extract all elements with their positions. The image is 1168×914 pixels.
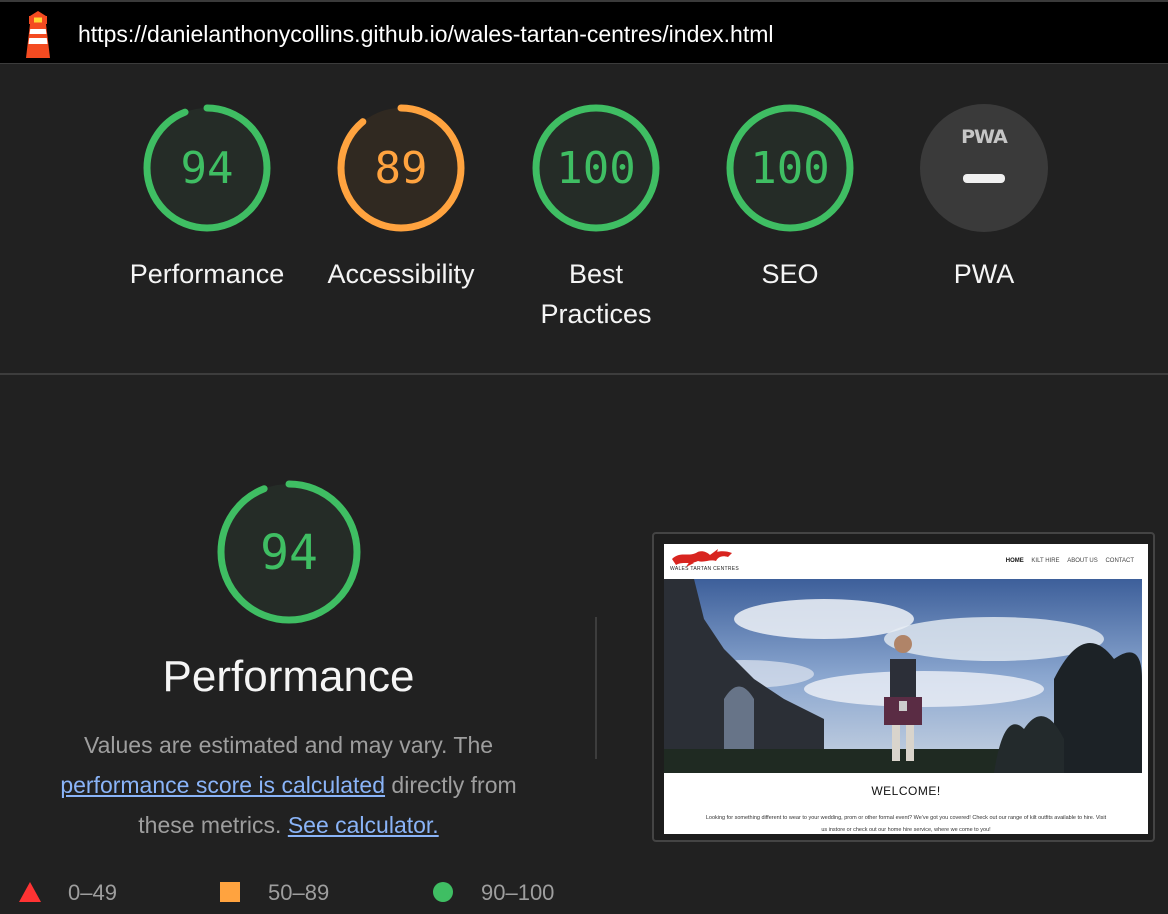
- legend-average-range: 50–89: [268, 880, 330, 905]
- site-nav-contact: CONTACT: [1105, 558, 1134, 564]
- final-screenshot[interactable]: WALES TARTAN CENTRES HOME KILT HIRE ABOU…: [652, 532, 1155, 842]
- gauge-best-practices-score: 100: [556, 143, 636, 194]
- lighthouse-icon: [26, 11, 50, 58]
- see-calculator-link[interactable]: See calculator.: [288, 812, 439, 838]
- fail-triangle-icon: [19, 882, 41, 902]
- gauge-performance-label: Performance: [129, 259, 285, 289]
- site-nav-home: HOME: [1005, 558, 1024, 564]
- final-screenshot-image: WALES TARTAN CENTRES HOME KILT HIRE ABOU…: [664, 544, 1148, 834]
- site-nav-kilt-hire: KILT HIRE: [1031, 558, 1060, 564]
- performance-score-large: 94: [260, 525, 318, 581]
- gauge-accessibility-label: Accessibility: [327, 259, 475, 289]
- gauge-performance[interactable]: 94 Performance: [110, 104, 304, 344]
- url-bar: https://danielanthonycollins.github.io/w…: [0, 0, 1168, 64]
- score-legend: 0–49 50–89 90–100: [0, 876, 1168, 910]
- gauge-accessibility[interactable]: 89 Accessibility: [304, 104, 498, 344]
- site-welcome-text: Looking for something different to wear …: [705, 815, 1107, 833]
- performance-gauge-large: 94: [215, 478, 363, 626]
- site-header: WALES TARTAN CENTRES HOME KILT HIRE ABOU…: [664, 544, 1148, 579]
- pwa-dash-icon: [963, 174, 1005, 183]
- hero-image: [664, 579, 1142, 773]
- performance-description: Values are estimated and may vary. The p…: [40, 725, 537, 845]
- legend-pass-range: 90–100: [481, 880, 555, 905]
- gauge-accessibility-score: 89: [374, 143, 428, 194]
- site-name: WALES TARTAN CENTRES: [670, 566, 740, 572]
- score-calculated-link[interactable]: performance score is calculated: [60, 772, 385, 798]
- gauge-pwa-label: PWA: [953, 259, 1015, 289]
- site-nav: HOME KILT HIRE ABOUT US CONTACT: [1000, 558, 1134, 564]
- performance-title: Performance: [162, 652, 415, 701]
- pwa-badge-text: PWA: [961, 126, 1008, 148]
- gauge-seo-score: 100: [750, 143, 830, 194]
- category-gauges: 94 Performance 89 Accessibility 100 Best…: [0, 64, 1168, 375]
- vertical-divider: [595, 617, 597, 759]
- pass-circle-icon: [433, 882, 453, 902]
- pwa-badge: PWA: [920, 104, 1048, 232]
- gauge-best-practices[interactable]: 100 Best Practices: [499, 104, 693, 344]
- gauge-seo[interactable]: 100 SEO: [693, 104, 887, 344]
- gauge-best-practices-label: Best Practices: [540, 259, 652, 329]
- average-square-icon: [220, 882, 240, 902]
- gauge-seo-label: SEO: [761, 259, 819, 289]
- page-url[interactable]: https://danielanthonycollins.github.io/w…: [78, 21, 774, 48]
- site-welcome-heading: WELCOME!: [871, 784, 941, 798]
- performance-desc-text-1: Values are estimated and may vary. The: [83, 732, 494, 758]
- legend-fail-range: 0–49: [68, 880, 117, 905]
- gauge-performance-score: 94: [180, 143, 234, 194]
- site-nav-about: ABOUT US: [1067, 558, 1098, 564]
- gauge-pwa[interactable]: PWA PWA: [887, 104, 1081, 344]
